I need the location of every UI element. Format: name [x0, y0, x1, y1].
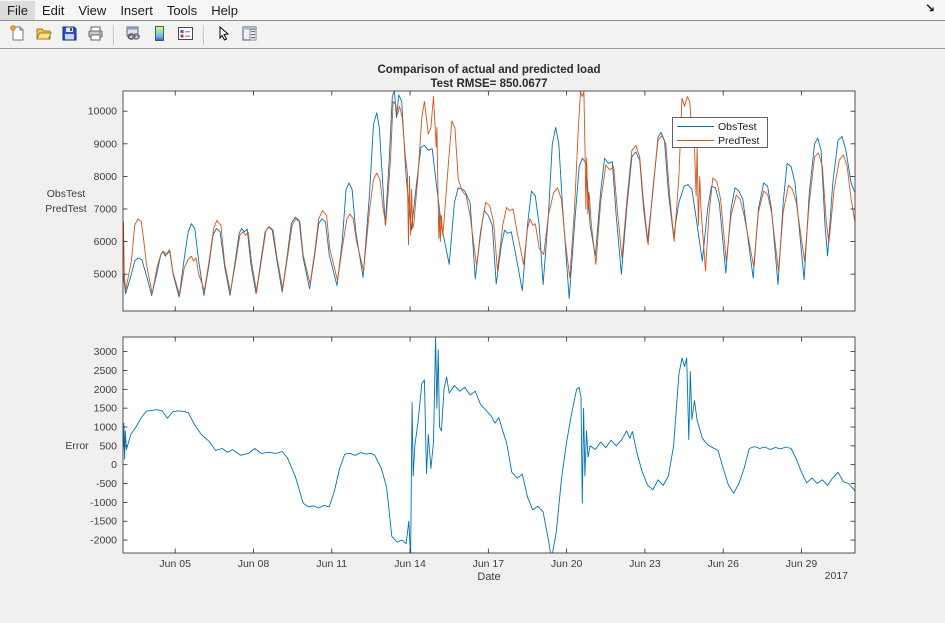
y-tick-label: 9000: [94, 138, 118, 150]
x-tick-label: Jun 17: [473, 558, 505, 570]
property-inspector-icon: [241, 25, 258, 45]
insert-colorbar-button[interactable]: [147, 23, 171, 47]
menu-bar: FileEditViewInsertToolsHelp ↘: [0, 0, 945, 21]
y-tick-label: 2000: [94, 384, 118, 396]
edit-plot-icon: [215, 25, 232, 45]
y-tick-label: 5000: [94, 269, 118, 281]
figure-canvas: 5000600070008000900010000Jun 05Jun 08Jun…: [0, 50, 945, 618]
link-plot-button[interactable]: [121, 23, 145, 47]
open-file-button[interactable]: [31, 23, 55, 47]
y-tick-label: 8000: [94, 171, 118, 183]
legend-label-predtest: PredTest: [718, 135, 760, 147]
y-tick-label: 1000: [94, 422, 118, 434]
edit-plot-button[interactable]: [211, 23, 235, 47]
menu-item-edit[interactable]: Edit: [35, 1, 71, 20]
y-tick-label: 6000: [94, 236, 118, 248]
print-figure-icon: [87, 25, 104, 45]
y-tick-label: -2000: [90, 535, 117, 547]
figure-toolbar: [0, 21, 945, 49]
insert-colorbar-icon: [151, 25, 168, 45]
y-tick-label: 7000: [94, 203, 118, 215]
x-tick-label: Jun 08: [238, 558, 270, 570]
new-figure-icon: [9, 25, 26, 45]
open-file-icon: [35, 25, 52, 45]
x-tick-label: Jun 11: [316, 558, 347, 570]
menu-item-file[interactable]: File: [0, 1, 35, 20]
y-tick-label: 3000: [94, 346, 118, 358]
menu-item-view[interactable]: View: [71, 1, 113, 20]
legend-label-obstest: ObsTest: [718, 121, 757, 133]
y-tick-label: 0: [111, 459, 117, 471]
save-figure-button[interactable]: [57, 23, 81, 47]
y-tick-label: 2500: [94, 365, 118, 377]
insert-legend-icon: [177, 25, 194, 45]
insert-legend-button[interactable]: [173, 23, 197, 47]
year-label: 2017: [825, 570, 849, 582]
y-tick-label: 500: [99, 440, 117, 452]
top-ylabel-line1: ObsTest: [47, 188, 86, 200]
x-tick-label: Jun 29: [786, 558, 818, 570]
menu-item-tools[interactable]: Tools: [160, 1, 204, 20]
y-tick-label: -500: [96, 478, 117, 490]
dock-figure-icon[interactable]: ↘: [925, 1, 935, 15]
plot-title-line2: Test RMSE= 850.0677: [430, 78, 547, 90]
link-plot-icon: [125, 25, 142, 45]
figure-plot-area: 5000600070008000900010000Jun 05Jun 08Jun…: [0, 50, 945, 618]
x-tick-label: Jun 05: [159, 558, 191, 570]
top-ylabel-line2: PredTest: [45, 203, 87, 215]
plot-title-line1: Comparison of actual and predicted load: [377, 64, 600, 76]
error-ylabel: Error: [65, 440, 89, 452]
print-figure-button[interactable]: [83, 23, 107, 47]
y-tick-label: 1500: [94, 403, 118, 415]
y-tick-label: -1000: [90, 497, 117, 509]
y-tick-label: 10000: [88, 106, 117, 118]
property-inspector-button[interactable]: [237, 23, 261, 47]
toolbar-separator: [203, 25, 205, 45]
x-axis-label: Date: [477, 571, 500, 583]
x-tick-label: Jun 20: [551, 558, 583, 570]
axes-background: [123, 337, 855, 553]
x-tick-label: Jun 23: [629, 558, 661, 570]
new-figure-button[interactable]: [5, 23, 29, 47]
menu-item-help[interactable]: Help: [204, 1, 245, 20]
toolbar-separator: [113, 25, 115, 45]
save-figure-icon: [61, 25, 78, 45]
legend[interactable]: ObsTest PredTest: [673, 118, 768, 148]
x-tick-label: Jun 14: [394, 558, 426, 570]
menu-item-insert[interactable]: Insert: [113, 1, 160, 20]
axes-error[interactable]: Jun 05 Jun 08 Jun 11 Jun 14 Jun 17 Jun 20 Jun …: [90, 337, 855, 570]
matlab-figure-window: { "menu": {"items": ["File", "Edit", "Vi…: [0, 0, 945, 618]
y-tick-label: -1500: [90, 516, 117, 528]
x-tick-label: Jun 26: [707, 558, 739, 570]
